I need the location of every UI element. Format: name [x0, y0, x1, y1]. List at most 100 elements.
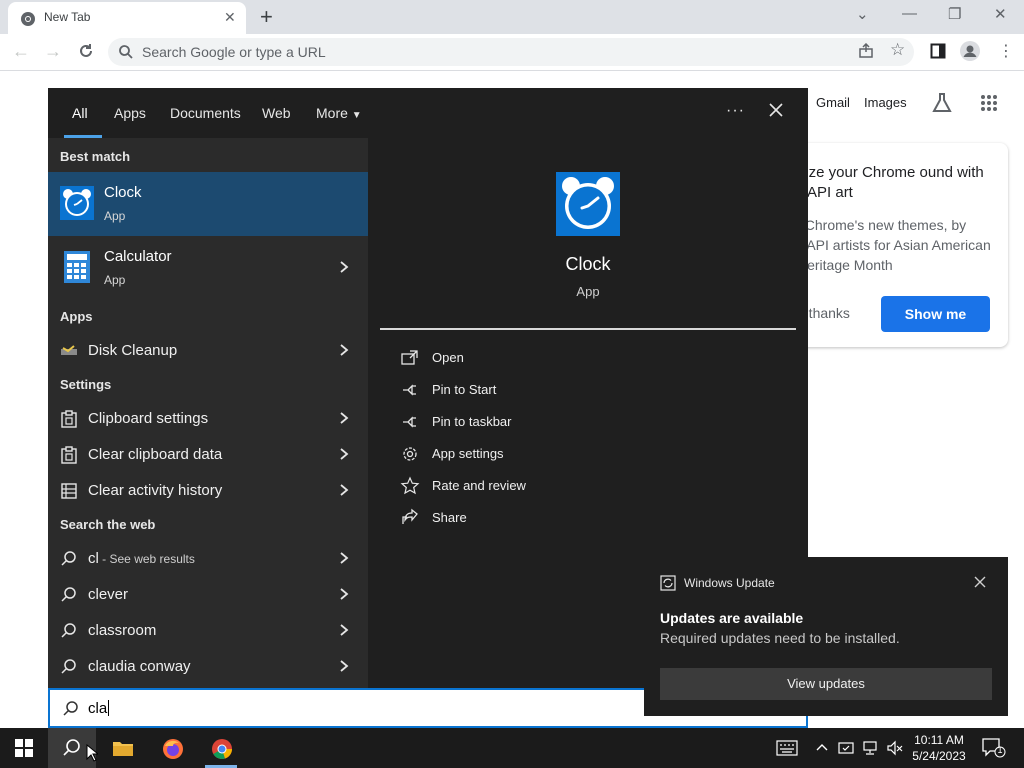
- tab-close-icon[interactable]: ✕: [224, 9, 236, 26]
- pin-icon: [403, 384, 416, 396]
- action-share[interactable]: Share: [400, 504, 700, 532]
- gmail-link[interactable]: Gmail: [816, 95, 850, 110]
- restore-button[interactable]: ❐: [948, 5, 961, 23]
- chevron-right-icon[interactable]: [338, 587, 350, 601]
- result-label: Clear activity history: [88, 482, 223, 499]
- result-subtitle: App: [104, 273, 126, 287]
- web-results-suffix: - See web results: [98, 552, 195, 566]
- close-window-button[interactable]: ✕: [994, 5, 1007, 23]
- search-icon: [119, 45, 133, 59]
- action-label: Pin to Start: [432, 382, 497, 397]
- chrome-tabstrip: New Tab ✕ + ⌄ — ❐ ✕: [0, 0, 1024, 34]
- search-icon: [61, 623, 76, 638]
- mouse-cursor-icon: [86, 744, 98, 762]
- action-open[interactable]: Open: [400, 344, 700, 372]
- start-button[interactable]: [0, 728, 48, 768]
- taskbar-chrome[interactable]: [197, 728, 245, 768]
- clock-app-icon: [60, 186, 94, 220]
- taskbar: 10:11 AM 5/24/2023 1: [0, 728, 1024, 768]
- chevron-right-icon[interactable]: [338, 659, 350, 673]
- action-pin-to-start[interactable]: Pin to Start: [400, 376, 700, 404]
- tab-new-tab[interactable]: New Tab ✕: [8, 2, 246, 34]
- share-page-icon[interactable]: [858, 43, 874, 59]
- back-button[interactable]: ←: [12, 41, 30, 62]
- result-clipboard-settings[interactable]: Clipboard settings: [48, 401, 368, 437]
- chevron-right-icon[interactable]: [338, 411, 350, 425]
- result-calculator[interactable]: Calculator App: [48, 236, 368, 300]
- clock-app-large-icon: [556, 172, 620, 236]
- tab-web[interactable]: Web: [262, 105, 291, 121]
- chrome-menu-icon[interactable]: ⋮: [998, 41, 1014, 61]
- more-options-icon[interactable]: ···: [726, 102, 745, 120]
- minimize-button[interactable]: —: [902, 5, 917, 22]
- chevron-right-icon[interactable]: [338, 447, 350, 461]
- chrome-icon: [212, 739, 232, 759]
- results-list: Best match Clock App Calculator App Apps: [48, 138, 368, 688]
- action-center-button[interactable]: 1: [982, 738, 1006, 761]
- result-clock[interactable]: Clock App: [48, 172, 368, 236]
- firefox-icon: [163, 739, 183, 759]
- promo-body: t Chrome's new themes, by AAPI artists f…: [797, 217, 991, 273]
- detail-divider: [380, 328, 796, 330]
- result-clear-activity-history[interactable]: Clear activity history: [48, 473, 368, 509]
- clock-date: 5/24/2023: [912, 749, 966, 763]
- chevron-right-icon[interactable]: [338, 260, 350, 274]
- web-result-clever[interactable]: clever: [48, 577, 368, 613]
- caret-down-icon: ▼: [351, 110, 362, 121]
- action-pin-to-taskbar[interactable]: Pin to taskbar: [400, 408, 700, 436]
- search-icon: [63, 739, 80, 756]
- action-label: Pin to taskbar: [432, 414, 512, 429]
- google-apps-grid-icon[interactable]: [980, 94, 998, 112]
- star-icon: [400, 476, 420, 495]
- chevron-right-icon[interactable]: [338, 343, 350, 357]
- result-disk-cleanup[interactable]: Disk Cleanup: [48, 333, 368, 369]
- tab-documents[interactable]: Documents: [170, 105, 241, 121]
- open-icon: [401, 350, 418, 365]
- security-status-icon[interactable]: [838, 740, 854, 756]
- network-icon[interactable]: [862, 740, 880, 756]
- gear-icon: [403, 447, 417, 461]
- tab-apps[interactable]: Apps: [114, 105, 146, 121]
- view-updates-button[interactable]: View updates: [660, 668, 992, 700]
- tab-search-chevron-icon[interactable]: ⌄: [856, 5, 869, 23]
- action-app-settings[interactable]: App settings: [400, 440, 700, 468]
- share-icon: [402, 508, 418, 524]
- close-icon[interactable]: [974, 576, 986, 588]
- forward-button[interactable]: →: [44, 41, 62, 62]
- profile-avatar-icon[interactable]: [960, 41, 980, 61]
- promo-show-me-button[interactable]: Show me: [881, 296, 990, 332]
- chevron-right-icon[interactable]: [338, 483, 350, 497]
- web-result-classroom[interactable]: classroom: [48, 613, 368, 649]
- chevron-right-icon[interactable]: [338, 551, 350, 565]
- search-icon: [61, 587, 76, 602]
- tab-title: New Tab: [44, 10, 91, 24]
- tab-all[interactable]: All: [72, 105, 88, 121]
- taskbar-clock[interactable]: 10:11 AM 5/24/2023: [900, 732, 978, 764]
- windows-logo-icon: [15, 739, 33, 757]
- notification-app-name: Windows Update: [684, 576, 775, 590]
- result-title: Clock: [104, 184, 142, 201]
- labs-flask-icon[interactable]: [931, 92, 953, 114]
- action-rate-and-review[interactable]: Rate and review: [400, 472, 700, 500]
- chrome-toolbar: ← → Search Google or type a URL ☆ ⋮: [0, 34, 1024, 71]
- web-result-claudia-conway[interactable]: claudia conway: [48, 649, 368, 685]
- result-subtitle: App: [104, 209, 126, 223]
- result-clear-clipboard-data[interactable]: Clear clipboard data: [48, 437, 368, 473]
- chevron-up-icon[interactable]: [816, 742, 828, 752]
- result-label: classroom: [88, 622, 157, 639]
- web-result-cl[interactable]: cl - See web results: [48, 541, 368, 577]
- side-panel-icon[interactable]: [930, 43, 946, 59]
- windows-update-notification: Windows Update Updates are available Req…: [644, 557, 1008, 716]
- taskbar-file-explorer[interactable]: [98, 728, 146, 768]
- bookmark-star-icon[interactable]: ☆: [890, 40, 905, 60]
- images-link[interactable]: Images: [864, 95, 907, 110]
- chevron-right-icon[interactable]: [338, 623, 350, 637]
- tab-more[interactable]: More ▼: [316, 105, 362, 121]
- taskbar-firefox[interactable]: [148, 728, 196, 768]
- reload-icon[interactable]: [77, 42, 95, 60]
- omnibox[interactable]: Search Google or type a URL: [108, 38, 914, 66]
- keyboard-icon[interactable]: [776, 740, 798, 756]
- new-tab-button[interactable]: +: [260, 4, 273, 30]
- result-label: Clear clipboard data: [88, 446, 223, 463]
- close-icon[interactable]: [768, 102, 784, 118]
